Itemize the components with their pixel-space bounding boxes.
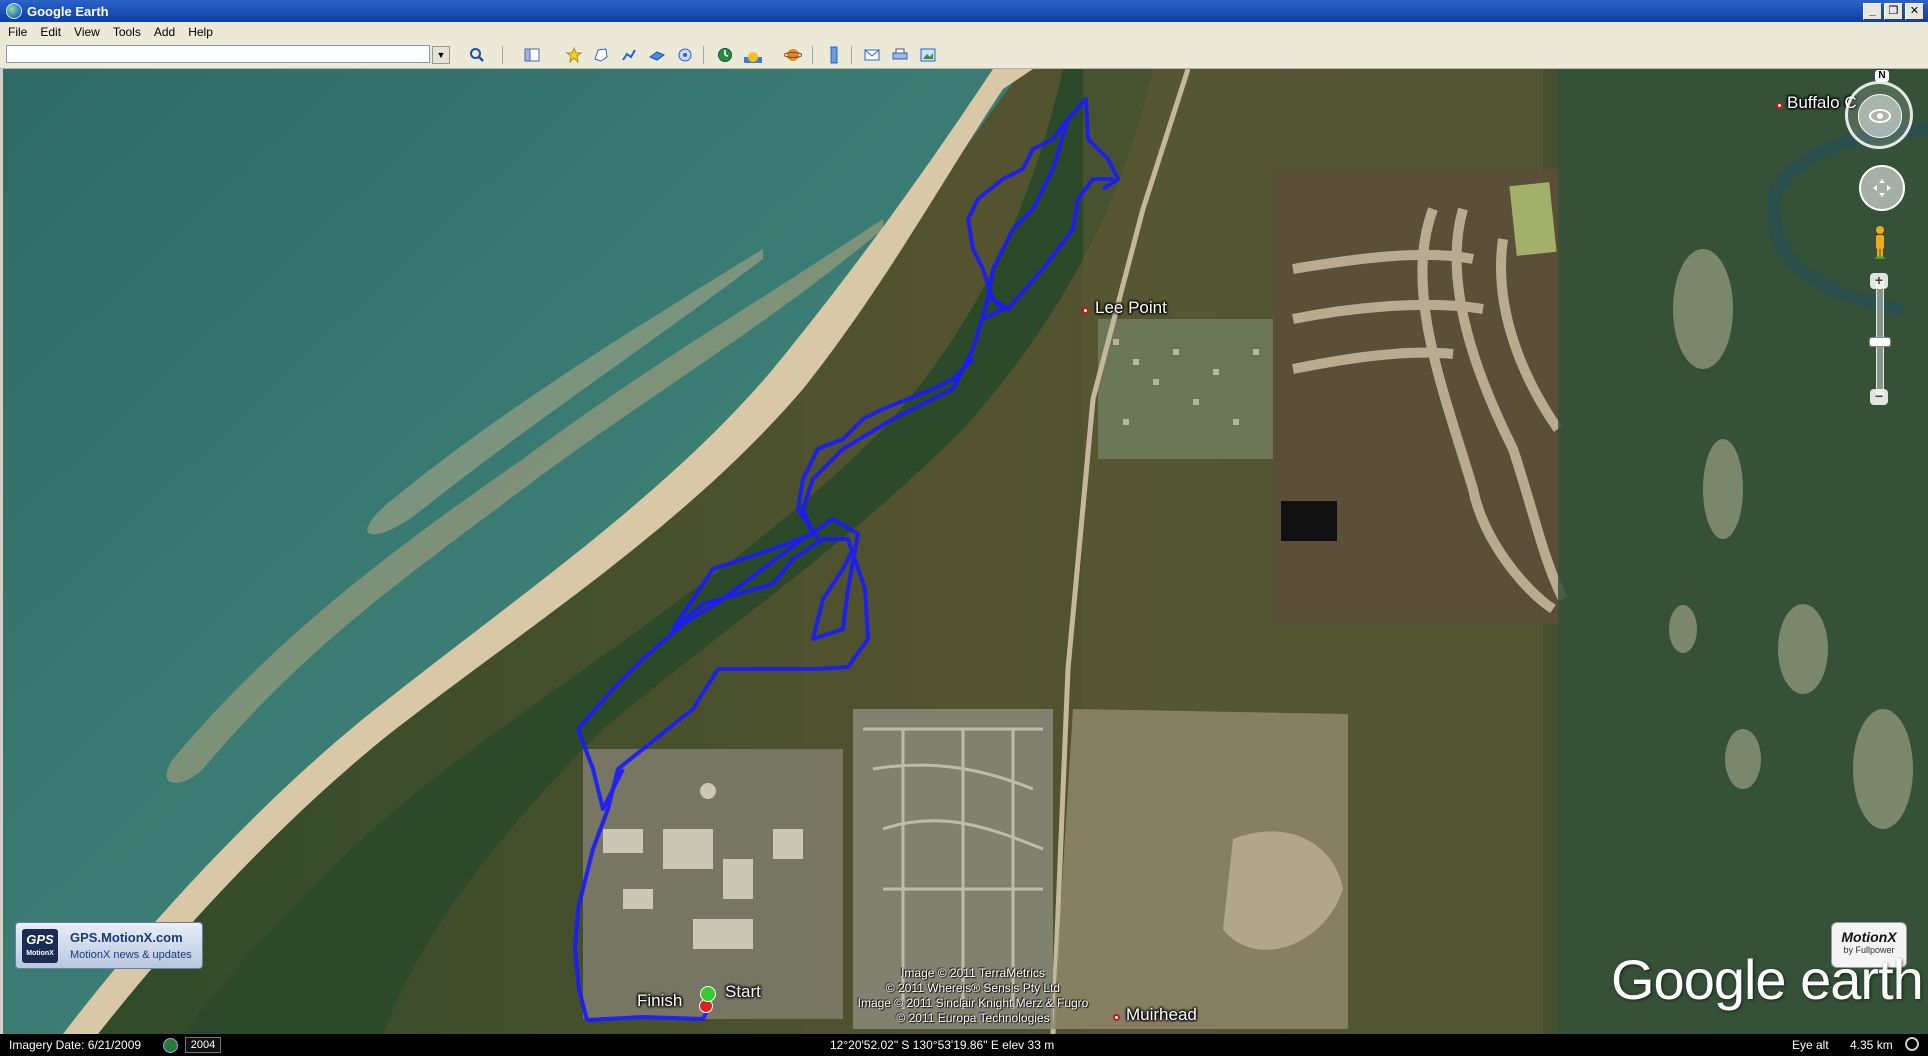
placemark-icon[interactable] xyxy=(563,45,585,65)
title-bar: Google Earth _ ❐ ✕ xyxy=(0,0,1928,22)
search-icon[interactable] xyxy=(466,45,488,65)
label-start[interactable]: Start xyxy=(725,982,761,1002)
menu-help[interactable]: Help xyxy=(180,25,218,39)
move-joystick-icon[interactable] xyxy=(1859,165,1905,211)
lee-point-marker[interactable] xyxy=(1082,307,1089,314)
eye-alt-value: 4.35 km xyxy=(1850,1038,1893,1052)
menu-file[interactable]: File xyxy=(0,25,32,39)
zoom-in-button[interactable]: + xyxy=(1870,273,1888,289)
buffalo-marker[interactable] xyxy=(1776,102,1783,109)
label-lee-point[interactable]: Lee Point xyxy=(1095,298,1167,318)
google-earth-logo: Google earth xyxy=(1611,948,1924,1011)
gps-badge-subtitle[interactable]: MotionX news & updates xyxy=(70,949,192,961)
maximize-button[interactable]: ❐ xyxy=(1884,3,1903,20)
label-finish[interactable]: Finish xyxy=(637,991,682,1011)
search-input[interactable] xyxy=(6,45,430,63)
credit-line-1: Image © 2011 TerraMetrics xyxy=(901,966,1045,980)
overlay-icon[interactable] xyxy=(646,45,668,65)
toolbar: ▼ xyxy=(0,42,1928,69)
gps-logo: GPS MotionX xyxy=(22,929,58,963)
imagery-year-badge[interactable]: 2004 xyxy=(185,1037,221,1053)
sidebar-icon[interactable] xyxy=(521,45,543,65)
gps-track xyxy=(573,97,1120,1022)
google-earth-app-icon xyxy=(6,3,22,19)
street-view-pegman-icon[interactable] xyxy=(1873,225,1887,259)
eye-alt-label: Eye alt xyxy=(1792,1038,1829,1052)
cursor-coordinates: 12°20'52.02" S 130°53'19.86" E elev 33 m xyxy=(830,1038,1055,1052)
close-button[interactable]: ✕ xyxy=(1905,3,1924,20)
imagery-credits: Image © 2011 TerraMetrics © 2011 Whereis… xyxy=(823,966,1123,1026)
credit-line-4: © 2011 Europa Technologies xyxy=(896,1011,1050,1025)
credit-line-2: © 2011 Whereis® Sensis Pty Ltd xyxy=(885,981,1061,995)
status-bar: Imagery Date: 6/21/2009 2004 12°20'52.02… xyxy=(0,1034,1928,1056)
sun-icon[interactable] xyxy=(742,45,764,65)
gps-badge-title[interactable]: GPS.MotionX.com xyxy=(70,930,183,945)
window-title: Google Earth xyxy=(27,3,109,19)
menu-view[interactable]: View xyxy=(66,25,105,39)
historical-imagery-icon[interactable] xyxy=(714,45,736,65)
credit-line-3: Image © 2011 Sinclair Knight Merz & Fugr… xyxy=(857,996,1089,1010)
tour-icon[interactable] xyxy=(674,45,696,65)
label-muirhead[interactable]: Muirhead xyxy=(1126,1005,1197,1025)
menu-bar: File Edit View Tools Add Help xyxy=(0,22,1928,42)
map-view[interactable]: Buffalo C Lee Point Muirhead Finish Star… xyxy=(3,69,1928,1034)
motionx-name: MotionX xyxy=(1841,929,1897,945)
gps-logo-sub: MotionX xyxy=(26,950,54,957)
gps-logo-text: GPS xyxy=(26,932,54,947)
north-indicator[interactable]: N xyxy=(1875,70,1889,82)
look-joystick-icon[interactable] xyxy=(1858,94,1902,138)
minimize-button[interactable]: _ xyxy=(1863,3,1882,20)
planets-icon[interactable] xyxy=(782,45,804,65)
zoom-out-button[interactable]: − xyxy=(1870,389,1888,405)
ruler-icon[interactable] xyxy=(823,45,845,65)
menu-tools[interactable]: Tools xyxy=(105,25,146,39)
save-image-icon[interactable] xyxy=(917,45,939,65)
start-marker-icon[interactable] xyxy=(700,986,716,1002)
zoom-slider-thumb[interactable] xyxy=(1869,337,1891,347)
historical-clock-icon[interactable] xyxy=(163,1038,178,1053)
imagery-date: Imagery Date: 6/21/2009 xyxy=(9,1038,142,1052)
print-icon[interactable] xyxy=(889,45,911,65)
streaming-indicator-icon xyxy=(1905,1037,1919,1051)
path-icon[interactable] xyxy=(618,45,640,65)
email-icon[interactable] xyxy=(861,45,883,65)
gps-motionx-badge[interactable]: GPS MotionX GPS.MotionX.com MotionX news… xyxy=(15,922,203,969)
menu-add[interactable]: Add xyxy=(146,25,180,39)
search-dropdown-button[interactable]: ▼ xyxy=(432,46,450,64)
menu-edit[interactable]: Edit xyxy=(32,25,66,39)
compass-ring[interactable]: N xyxy=(1845,70,1913,149)
polygon-icon[interactable] xyxy=(590,45,612,65)
